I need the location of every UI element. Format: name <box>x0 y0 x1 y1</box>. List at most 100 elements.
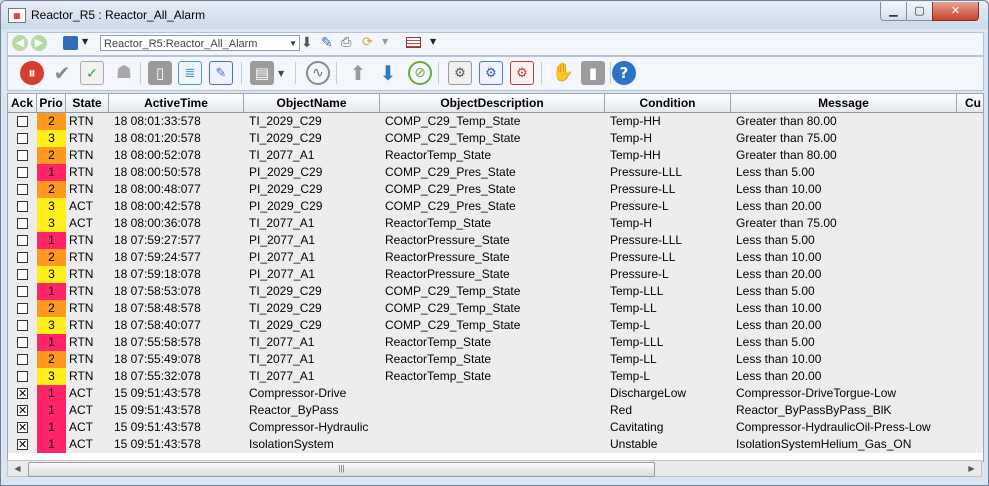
notes-icon[interactable]: ≣ <box>178 61 202 85</box>
scroll-right-icon[interactable]: ▶ <box>963 461 980 476</box>
table-row[interactable]: 2 RTN 18 07:55:49:078 TI_2077_A1 ReactorTemp… <box>8 351 983 368</box>
ack-checkbox[interactable]: ✕ <box>17 439 28 450</box>
title-bar[interactable]: ▦ Reactor_R5 : Reactor_All_Alarm ▁ ▢ ✕ <box>1 1 988 29</box>
column-header-condition[interactable]: Condition <box>605 94 731 112</box>
table-row[interactable]: 1 RTN 18 07:55:58:578 TI_2077_A1 ReactorTemp… <box>8 334 983 351</box>
ack-checkbox[interactable] <box>17 116 28 127</box>
chevron-down-icon[interactable]: ▼ <box>82 37 88 46</box>
column-header-current[interactable]: Cu <box>957 94 983 112</box>
column-header-active-time[interactable]: ActiveTime <box>109 94 244 112</box>
table-row[interactable]: ✕ 1 ACT 15 09:51:43:578 Compressor-Hydraulic… <box>8 419 983 436</box>
table-row[interactable]: 1 RTN 18 07:59:27:577 PI_2077_A1 ReactorPres… <box>8 232 983 249</box>
settings-document-icon[interactable]: ⚙ <box>448 61 472 85</box>
acknowledge-list-icon[interactable]: ✓ <box>80 61 104 85</box>
column-header-message[interactable]: Message <box>731 94 957 112</box>
ack-checkbox[interactable] <box>17 218 28 229</box>
object-name: Compressor-Hydraulic <box>249 420 369 434</box>
page-icon[interactable]: ▮ <box>581 61 605 85</box>
table-row[interactable]: 1 RTN 18 07:58:53:078 TI_2029_C29 COMP_C29_T… <box>8 283 983 300</box>
pin-icon[interactable]: ✎ <box>321 35 333 51</box>
message: Less than 10.00 <box>736 352 822 366</box>
ack-checkbox[interactable] <box>17 252 28 263</box>
minimize-button[interactable]: ▁ <box>880 2 907 21</box>
horizontal-scrollbar[interactable]: ◀ ||| ▶ <box>7 460 982 477</box>
table-row[interactable]: ✕ 1 ACT 15 09:51:43:578 Reactor_ByPass Red Rea… <box>8 402 983 419</box>
toolbar-separator <box>140 62 141 84</box>
column-header-object-name[interactable]: ObjectName <box>244 94 380 112</box>
ack-checkbox[interactable] <box>17 150 28 161</box>
close-button[interactable]: ✕ <box>932 2 979 21</box>
column-header-ack[interactable]: Ack <box>8 94 37 112</box>
no-filter-icon[interactable]: ⊘ <box>408 61 432 85</box>
layout-icon[interactable]: ▤ <box>250 61 274 85</box>
condition: Temp-H <box>610 216 653 230</box>
scrollbar-thumb[interactable]: ||| <box>28 462 655 477</box>
column-header-state[interactable]: State <box>66 94 109 112</box>
chevron-down-icon[interactable]: ▼ <box>382 37 388 46</box>
ack-checkbox[interactable] <box>17 133 28 144</box>
waveform-icon[interactable]: ∿ <box>306 61 330 85</box>
ack-checkbox[interactable]: ✕ <box>17 388 28 399</box>
column-header-object-description[interactable]: ObjectDescription <box>380 94 605 112</box>
print-icon[interactable]: ⎙ <box>341 35 351 50</box>
stop-icon[interactable]: ⏸ <box>20 61 44 85</box>
arrow-up-icon[interactable]: ⬆ <box>346 61 370 85</box>
table-row[interactable]: 2 RTN 18 07:59:24:577 PI_2077_A1 ReactorPres… <box>8 249 983 266</box>
ack-cell <box>8 164 37 181</box>
ack-checkbox[interactable] <box>17 303 28 314</box>
object-path-combo[interactable]: Reactor_R5:Reactor_All_Alarm ▼ <box>100 35 300 51</box>
table-row[interactable]: 3 ACT 18 08:00:42:578 PI_2029_C29 COMP_C29_P… <box>8 198 983 215</box>
table-row[interactable]: ✕ 1 ACT 15 09:51:43:578 IsolationSystem Unsta… <box>8 436 983 453</box>
table-view-icon[interactable] <box>406 37 421 48</box>
object-description: ReactorPressure_State <box>385 250 510 264</box>
table-row[interactable]: 3 RTN 18 07:58:40:077 TI_2029_C29 COMP_C29_T… <box>8 317 983 334</box>
refresh-icon[interactable]: ⟳ <box>362 35 373 50</box>
column-header-prio[interactable]: Prio <box>37 94 66 112</box>
user-icon[interactable]: ☗ <box>112 61 136 85</box>
table-row[interactable]: ✕ 1 ACT 15 09:51:43:578 Compressor-Drive Disc… <box>8 385 983 402</box>
checkmark-icon[interactable]: ✔ <box>50 61 74 85</box>
hand-icon[interactable]: ✋ <box>551 61 575 85</box>
message: Greater than 80.00 <box>736 148 837 162</box>
table-row[interactable]: 2 RTN 18 08:00:48:077 PI_2029_C29 COMP_C29_P… <box>8 181 983 198</box>
ack-checkbox[interactable] <box>17 354 28 365</box>
ack-checkbox[interactable] <box>17 286 28 297</box>
ack-checkbox[interactable]: ✕ <box>17 422 28 433</box>
table-row[interactable]: 1 RTN 18 08:00:50:578 PI_2029_C29 COMP_C29_P… <box>8 164 983 181</box>
table-row[interactable]: 2 RTN 18 08:00:52:078 TI_2077_A1 ReactorTemp… <box>8 147 983 164</box>
settings-refresh-icon[interactable]: ⚙ <box>479 61 503 85</box>
settings-alert-icon[interactable]: ⚙ <box>510 61 534 85</box>
ack-checkbox[interactable] <box>17 320 28 331</box>
ack-checkbox[interactable] <box>17 371 28 382</box>
ack-checkbox[interactable] <box>17 201 28 212</box>
back-icon[interactable]: ◀ <box>12 35 28 51</box>
ack-checkbox[interactable]: ✕ <box>17 405 28 416</box>
table-row[interactable]: 2 RTN 18 08:01:33:578 TI_2029_C29 COMP_C29_T… <box>8 113 983 130</box>
ack-checkbox[interactable] <box>17 337 28 348</box>
ack-checkbox[interactable] <box>17 269 28 280</box>
chevron-down-icon[interactable]: ▼ <box>278 69 284 78</box>
maximize-button[interactable]: ▢ <box>906 2 933 21</box>
table-row[interactable]: 3 RTN 18 07:55:32:078 TI_2077_A1 ReactorTemp… <box>8 368 983 385</box>
edit-document-icon[interactable]: ✎ <box>209 61 233 85</box>
forward-icon[interactable]: ▶ <box>31 35 47 51</box>
help-icon[interactable]: ? <box>612 61 636 85</box>
table-row[interactable]: 3 ACT 18 08:00:36:078 TI_2077_A1 ReactorTemp… <box>8 215 983 232</box>
ack-checkbox[interactable] <box>17 235 28 246</box>
alarm-state: RTN <box>69 369 94 383</box>
scroll-left-icon[interactable]: ◀ <box>9 461 26 476</box>
ack-cell <box>8 147 37 164</box>
object-cube-icon[interactable] <box>63 36 78 50</box>
table-row[interactable]: 3 RTN 18 07:59:18:078 PI_2077_A1 ReactorPres… <box>8 266 983 283</box>
object-description <box>380 402 605 419</box>
alarm-state: RTN <box>69 148 94 162</box>
table-row[interactable]: 2 RTN 18 07:58:48:578 TI_2029_C29 COMP_C29_T… <box>8 300 983 317</box>
download-icon[interactable]: ⬇ <box>301 35 313 51</box>
table-row[interactable]: 3 RTN 18 08:01:20:578 TI_2029_C29 COMP_C29_T… <box>8 130 983 147</box>
ack-checkbox[interactable] <box>17 184 28 195</box>
arrow-down-icon[interactable]: ⬇ <box>376 61 400 85</box>
document-icon[interactable]: ▯ <box>148 61 172 85</box>
message: Less than 10.00 <box>736 250 822 264</box>
ack-checkbox[interactable] <box>17 167 28 178</box>
chevron-down-icon[interactable]: ▼ <box>430 37 436 46</box>
